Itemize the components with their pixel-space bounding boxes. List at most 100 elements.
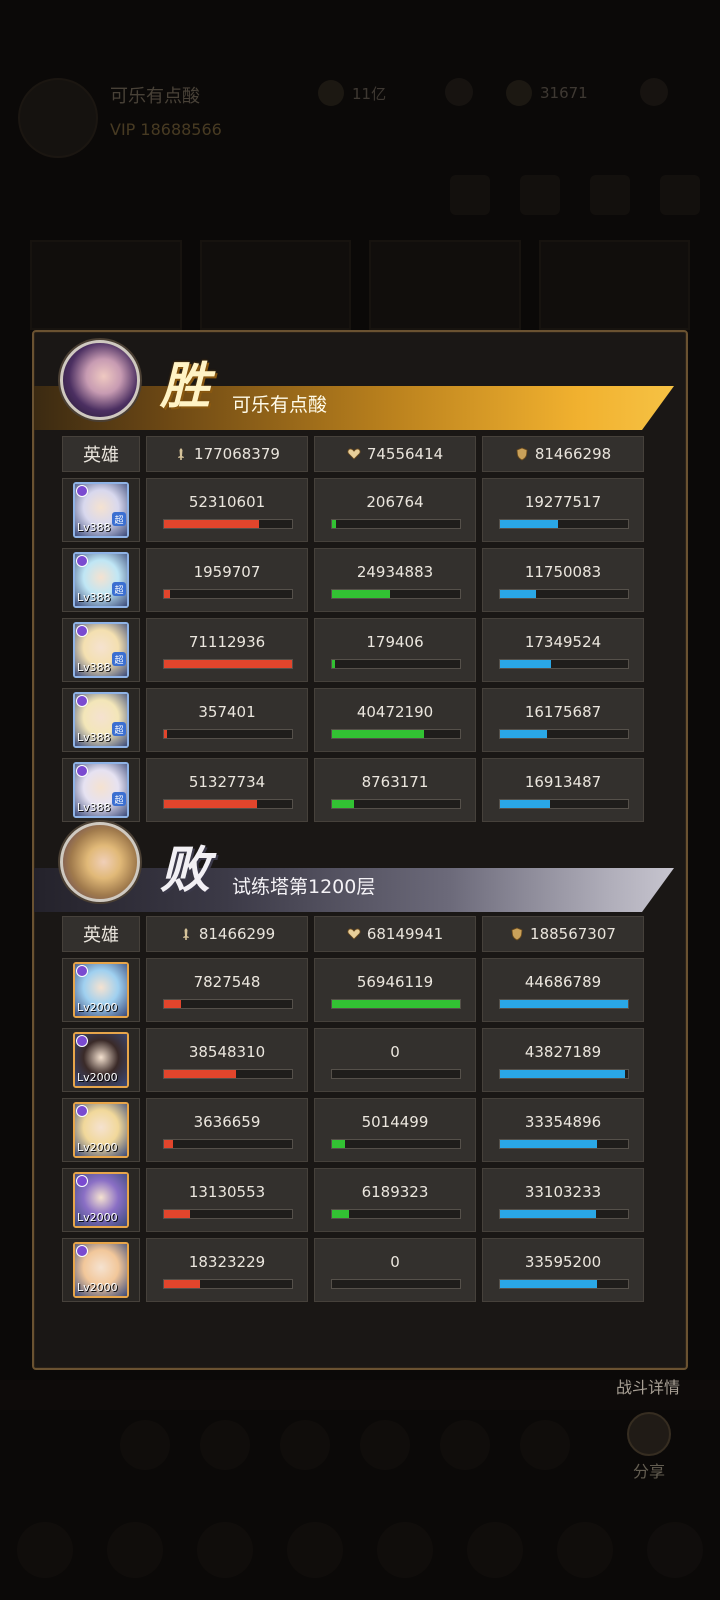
hero-cell: 超 Lv388 [62,478,140,542]
header-heal: 74556414 [314,436,476,472]
class-badge-icon [76,625,88,637]
heal-bar-fill [332,1140,345,1148]
rank-badge-icon: 超 [112,792,126,806]
loser-avatar [60,822,140,902]
heal-value: 8763171 [361,773,429,791]
taken-cell: 44686789 [482,958,644,1022]
damage-cell: 13130553 [146,1168,308,1232]
header-hero: 英雄 [62,916,140,952]
damage-cell: 52310601 [146,478,308,542]
battle-detail-link[interactable]: 战斗详情 [616,1374,680,1398]
taken-cell: 33103233 [482,1168,644,1232]
battle-result-panel: 胜 可乐有点酸 英雄 177068379 74556414 81466298 超… [32,330,688,1370]
hero-portrait-icon[interactable]: Lv2000 [73,1172,129,1228]
side-share-button[interactable]: 分享 [614,1412,684,1482]
loser-stats-table: 英雄 81466299 68149941 188567307 Lv2000 782… [62,916,646,1308]
hero-cell: Lv2000 [62,1238,140,1302]
hero-level: Lv2000 [77,1141,118,1154]
share-icon [627,1412,671,1456]
class-badge-icon [76,1035,88,1047]
class-badge-icon [76,555,88,567]
plus-icon [640,78,668,106]
taken-value: 33354896 [524,1113,602,1131]
class-badge-icon [76,485,88,497]
hero-portrait-icon[interactable]: 超 Lv388 [73,552,129,608]
hero-portrait-icon[interactable]: 超 Lv388 [73,762,129,818]
taken-value: 44686789 [524,973,602,991]
damage-cell: 3636659 [146,1098,308,1162]
taken-value: 17349524 [524,633,602,651]
damage-bar [163,1069,293,1079]
hero-level: Lv388 [77,801,111,814]
taken-bar-fill [500,660,552,668]
taken-cell: 19277517 [482,478,644,542]
heal-bar [331,659,461,669]
winner-stats-table: 英雄 177068379 74556414 81466298 超 Lv388 523… [62,436,646,828]
rank-badge-icon: 超 [112,722,126,736]
taken-bar-fill [500,520,558,528]
bg-resource-2: 31671 [506,78,588,108]
damage-bar-fill [164,1140,173,1148]
taken-cell: 33354896 [482,1098,644,1162]
hero-portrait-icon[interactable]: 超 Lv388 [73,692,129,748]
heal-value: 56946119 [356,973,434,991]
taken-value: 16913487 [524,773,602,791]
damage-bar-fill [164,520,259,528]
hero-level: Lv388 [77,661,111,674]
table-row: 超 Lv388 51327734 8763171 16913487 [62,758,646,822]
hero-portrait-icon[interactable]: Lv2000 [73,1102,129,1158]
damage-value: 13130553 [188,1183,266,1201]
heal-cell: 0 [314,1238,476,1302]
heal-cell: 0 [314,1028,476,1092]
heal-cell: 56946119 [314,958,476,1022]
table-row: Lv2000 13130553 6189323 33103233 [62,1168,646,1232]
heal-bar-fill [332,660,335,668]
taken-value: 19277517 [524,493,602,511]
damage-bar [163,519,293,529]
class-badge-icon [76,1105,88,1117]
hero-portrait-icon[interactable]: 超 Lv388 [73,482,129,538]
heal-bar [331,799,461,809]
heal-bar [331,519,461,529]
heal-value: 5014499 [361,1113,429,1131]
hero-portrait-icon[interactable]: 超 Lv388 [73,622,129,678]
taken-bar-fill [500,590,536,598]
hero-portrait-icon[interactable]: Lv2000 [73,962,129,1018]
damage-bar-fill [164,1210,190,1218]
taken-cell: 17349524 [482,618,644,682]
hero-portrait-icon[interactable]: Lv2000 [73,1032,129,1088]
rank-badge-icon: 超 [112,512,126,526]
bg-vip-text: VIP 18688566 [110,120,222,139]
taken-bar-fill [500,1000,628,1008]
header-taken: 188567307 [482,916,644,952]
heal-bar [331,589,461,599]
heal-cell: 5014499 [314,1098,476,1162]
class-badge-icon [76,965,88,977]
damage-value: 38548310 [188,1043,266,1061]
taken-bar [499,799,629,809]
damage-value: 18323229 [188,1253,266,1271]
damage-cell: 18323229 [146,1238,308,1302]
bg-player-name: 可乐有点酸 [110,86,200,107]
hero-cell: 超 Lv388 [62,618,140,682]
heal-bar-fill [332,1210,349,1218]
class-badge-icon [76,765,88,777]
taken-bar [499,519,629,529]
damage-bar [163,999,293,1009]
class-badge-icon [76,695,88,707]
side-share-label: 分享 [632,1462,665,1481]
taken-bar [499,1139,629,1149]
damage-bar-fill [164,730,167,738]
damage-cell: 7827548 [146,958,308,1022]
hero-portrait-icon[interactable]: Lv2000 [73,1242,129,1298]
heal-bar [331,1279,461,1289]
table-header: 英雄 81466299 68149941 188567307 [62,916,646,952]
heal-bar [331,1209,461,1219]
hero-level: Lv2000 [77,1071,118,1084]
heal-cell: 40472190 [314,688,476,752]
taken-bar [499,1069,629,1079]
class-badge-icon [76,1245,88,1257]
winner-result-label: 胜 [160,356,210,415]
taken-bar-fill [500,1210,596,1218]
damage-bar [163,799,293,809]
